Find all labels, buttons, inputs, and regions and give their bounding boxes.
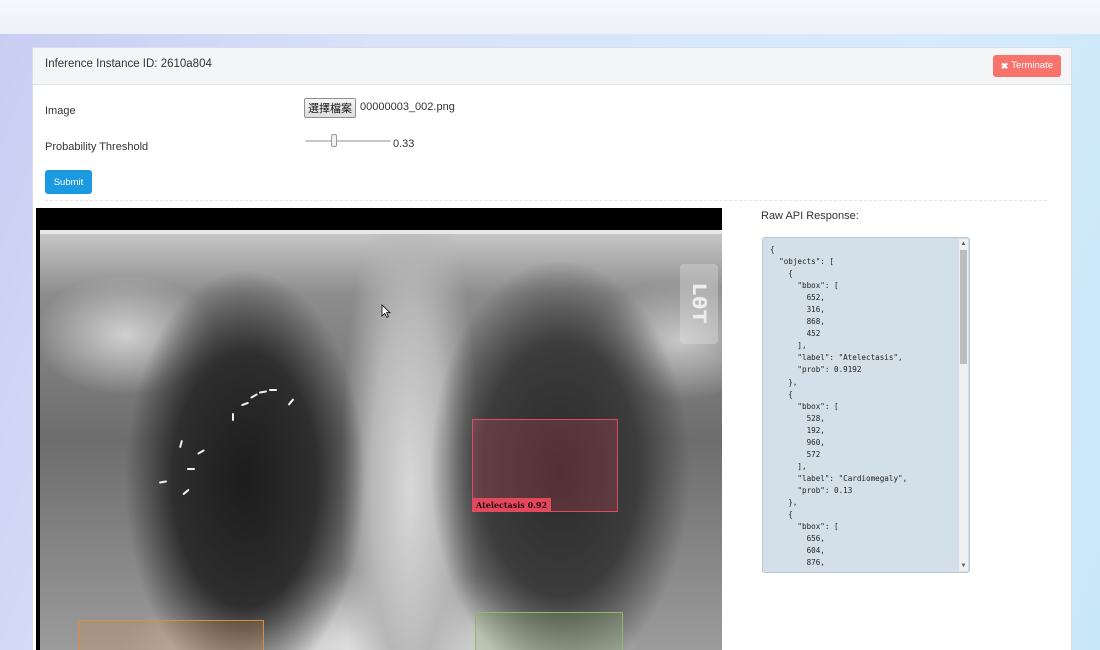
threshold-slider[interactable]	[305, 133, 391, 149]
threshold-label: Probability Threshold	[45, 141, 149, 153]
detection-box	[78, 620, 264, 650]
surgical-clip	[287, 398, 295, 406]
slider-track[interactable]	[305, 140, 391, 142]
card-header: Inference Instance ID: 2610a804 ✖ Termin…	[33, 48, 1071, 85]
raw-scrollbar[interactable]: ▲ ▼	[959, 239, 968, 571]
close-icon: ✖	[1000, 61, 1009, 71]
scroll-down-icon[interactable]: ▼	[959, 561, 968, 571]
page-top-band	[0, 0, 1100, 34]
detection-box	[475, 612, 623, 650]
scroll-up-icon[interactable]: ▲	[959, 239, 968, 249]
surgical-clip	[158, 480, 168, 484]
scroll-thumb[interactable]	[960, 250, 967, 364]
raw-response-title: Raw API Response:	[761, 210, 859, 222]
raw-response-panel[interactable]: { "objects": [ { "bbox": [ 652, 316, 868…	[762, 237, 970, 573]
xray-image: LθT	[40, 230, 722, 650]
surgical-clip	[178, 439, 184, 449]
instance-title: Inference Instance ID: 2610a804	[45, 58, 212, 70]
surgical-clip	[187, 468, 195, 470]
film-edge	[40, 230, 722, 234]
surgical-clip	[232, 413, 234, 421]
surgical-clip	[269, 389, 277, 391]
mouse-cursor-icon	[381, 304, 391, 318]
submit-button[interactable]: Submit	[45, 170, 92, 194]
terminate-button[interactable]: ✖ Terminate	[992, 55, 1061, 77]
surgical-clip	[250, 393, 258, 399]
selected-file-name: 00000003_002.png	[360, 101, 455, 113]
choose-file-button[interactable]: 選擇檔案	[304, 98, 356, 118]
raw-response-json: { "objects": [ { "bbox": [ 652, 316, 868…	[770, 245, 908, 568]
xray-viewer: LθT Atelectasis 0.92	[36, 208, 722, 650]
surgical-clip	[182, 488, 190, 496]
detection-label: Atelectasis 0.92	[472, 498, 552, 512]
detection-box-atelectasis: Atelectasis 0.92	[472, 419, 618, 512]
section-divider	[45, 200, 1047, 201]
slider-thumb[interactable]	[331, 134, 338, 147]
side-marker: LθT	[680, 264, 718, 344]
surgical-clip	[240, 401, 250, 407]
surgical-clip	[197, 449, 205, 455]
terminate-label: Terminate	[1011, 60, 1053, 71]
threshold-value: 0.33	[393, 138, 415, 150]
inference-card: Inference Instance ID: 2610a804 ✖ Termin…	[32, 47, 1072, 650]
image-label: Image	[45, 105, 76, 117]
surgical-clip	[258, 390, 268, 394]
